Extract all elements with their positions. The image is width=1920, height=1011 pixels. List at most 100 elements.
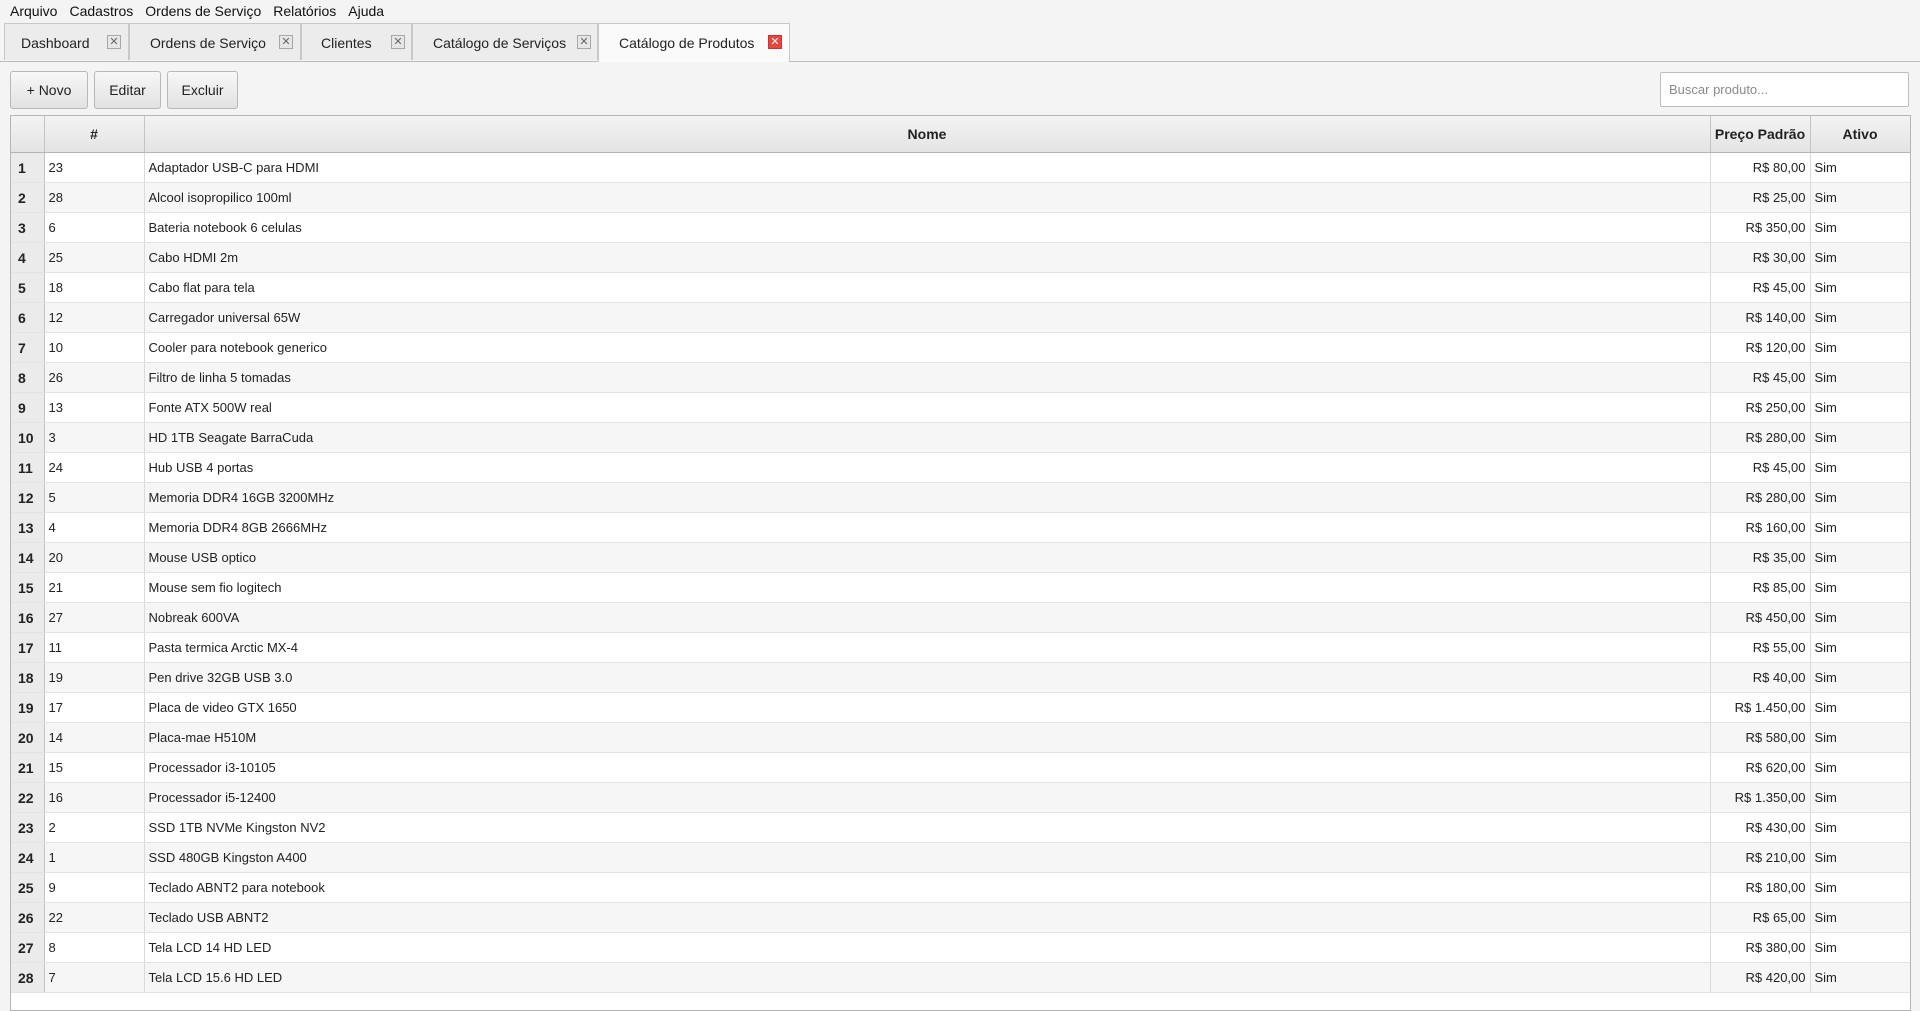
- table-row[interactable]: 1 23 Adaptador USB-C para HDMI R$ 80,00 Sim: [11, 152, 1910, 183]
- table-row[interactable]: 17 11 Pasta termica Arctic MX-4 R$ 55,00 Sim: [11, 632, 1910, 663]
- table-row[interactable]: 22 16 Processador i5-12400 R$ 1.350,00 Sim: [11, 782, 1910, 813]
- product-active: Sim: [1810, 182, 1910, 213]
- row-id: 21: [44, 572, 145, 603]
- product-name: Processador i5-12400: [144, 782, 1711, 813]
- product-price: R$ 280,00: [1710, 482, 1811, 513]
- table-row[interactable]: 12 5 Memoria DDR4 16GB 3200MHz R$ 280,00 Sim: [11, 482, 1910, 513]
- row-id: 17: [44, 692, 145, 723]
- product-active: Sim: [1810, 962, 1910, 993]
- table-row[interactable]: 14 20 Mouse USB optico R$ 35,00 Sim: [11, 542, 1910, 573]
- table-row[interactable]: 26 22 Teclado USB ABNT2 R$ 65,00 Sim: [11, 902, 1910, 933]
- close-icon[interactable]: ✕: [279, 35, 293, 49]
- product-active: Sim: [1810, 362, 1910, 393]
- product-name: Placa de video GTX 1650: [144, 692, 1711, 723]
- row-id: 27: [44, 602, 145, 633]
- tab-catalogo-de-produtos[interactable]: Catálogo de Produtos ✕: [598, 23, 790, 62]
- table-row[interactable]: 10 3 HD 1TB Seagate BarraCuda R$ 280,00 Sim: [11, 422, 1910, 453]
- row-number: 10: [11, 422, 45, 453]
- product-price: R$ 450,00: [1710, 602, 1811, 633]
- row-number: 21: [11, 752, 45, 783]
- product-active: Sim: [1810, 542, 1910, 573]
- row-id: 15: [44, 752, 145, 783]
- table-row[interactable]: 3 6 Bateria notebook 6 celulas R$ 350,00 Sim: [11, 212, 1910, 243]
- product-name: Tela LCD 15.6 HD LED: [144, 962, 1711, 993]
- row-id: 26: [44, 362, 145, 393]
- close-icon[interactable]: ✕: [391, 35, 405, 49]
- table-row[interactable]: 8 26 Filtro de linha 5 tomadas R$ 45,00 Sim: [11, 362, 1910, 393]
- row-number: 19: [11, 692, 45, 723]
- menu-cadastros[interactable]: Cadastros: [63, 0, 139, 22]
- product-active: Sim: [1810, 632, 1910, 663]
- product-name: Memoria DDR4 16GB 3200MHz: [144, 482, 1711, 513]
- product-name: Filtro de linha 5 tomadas: [144, 362, 1711, 393]
- row-id: 6: [44, 212, 145, 243]
- product-price: R$ 250,00: [1710, 392, 1811, 423]
- table-row[interactable]: 21 15 Processador i3-10105 R$ 620,00 Sim: [11, 752, 1910, 783]
- product-active: Sim: [1810, 482, 1910, 513]
- table-row[interactable]: 15 21 Mouse sem fio logitech R$ 85,00 Sim: [11, 572, 1910, 603]
- product-name: HD 1TB Seagate BarraCuda: [144, 422, 1711, 453]
- edit-button[interactable]: Editar: [94, 71, 161, 109]
- row-number: 12: [11, 482, 45, 513]
- active-column-header[interactable]: Ativo: [1810, 116, 1910, 153]
- tab-catalogo-de-servicos[interactable]: Catálogo de Serviços ✕: [412, 23, 598, 60]
- table-row[interactable]: 25 9 Teclado ABNT2 para notebook R$ 180,00 S…: [11, 872, 1910, 903]
- table-row[interactable]: 4 25 Cabo HDMI 2m R$ 30,00 Sim: [11, 242, 1910, 273]
- id-column-header[interactable]: #: [44, 116, 145, 153]
- table-row[interactable]: 5 18 Cabo flat para tela R$ 45,00 Sim: [11, 272, 1910, 303]
- close-icon[interactable]: ✕: [768, 35, 782, 49]
- row-id: 1: [44, 842, 145, 873]
- row-id: 28: [44, 182, 145, 213]
- product-name: Carregador universal 65W: [144, 302, 1711, 333]
- row-number: 13: [11, 512, 45, 543]
- table-row[interactable]: 19 17 Placa de video GTX 1650 R$ 1.450,00 Si…: [11, 692, 1910, 723]
- row-number: 6: [11, 302, 45, 333]
- tab-clientes[interactable]: Clientes ✕: [301, 23, 412, 60]
- row-id: 19: [44, 662, 145, 693]
- search-input[interactable]: [1660, 72, 1909, 107]
- product-active: Sim: [1810, 872, 1910, 903]
- product-active: Sim: [1810, 572, 1910, 603]
- table-row[interactable]: 27 8 Tela LCD 14 HD LED R$ 380,00 Sim: [11, 932, 1910, 963]
- menu-relatorios[interactable]: Relatórios: [267, 0, 342, 22]
- row-id: 23: [44, 152, 145, 183]
- product-active: Sim: [1810, 512, 1910, 543]
- product-price: R$ 580,00: [1710, 722, 1811, 753]
- tab-label: Dashboard: [21, 35, 90, 51]
- table-row[interactable]: 28 7 Tela LCD 15.6 HD LED R$ 420,00 Sim: [11, 962, 1910, 993]
- table-row[interactable]: 24 1 SSD 480GB Kingston A400 R$ 210,00 Sim: [11, 842, 1910, 873]
- product-price: R$ 55,00: [1710, 632, 1811, 663]
- price-column-header[interactable]: Preço Padrão: [1710, 116, 1811, 153]
- table-row[interactable]: 16 27 Nobreak 600VA R$ 450,00 Sim: [11, 602, 1910, 633]
- table-row[interactable]: 9 13 Fonte ATX 500W real R$ 250,00 Sim: [11, 392, 1910, 423]
- tab-ordens-de-servico[interactable]: Ordens de Serviço ✕: [129, 23, 301, 60]
- tab-label: Clientes: [321, 35, 372, 51]
- table-row[interactable]: 23 2 SSD 1TB NVMe Kingston NV2 R$ 430,00 Sim: [11, 812, 1910, 843]
- menu-ajuda[interactable]: Ajuda: [342, 0, 390, 22]
- table-row[interactable]: 18 19 Pen drive 32GB USB 3.0 R$ 40,00 Sim: [11, 662, 1910, 693]
- product-active: Sim: [1810, 422, 1910, 453]
- new-button[interactable]: + Novo: [10, 71, 88, 109]
- row-id: 3: [44, 422, 145, 453]
- name-column-header[interactable]: Nome: [144, 116, 1711, 153]
- tab-dashboard[interactable]: Dashboard ✕: [4, 23, 129, 60]
- close-icon[interactable]: ✕: [577, 35, 591, 49]
- close-icon[interactable]: ✕: [107, 35, 121, 49]
- table-row[interactable]: 13 4 Memoria DDR4 8GB 2666MHz R$ 160,00 Sim: [11, 512, 1910, 543]
- table-row[interactable]: 11 24 Hub USB 4 portas R$ 45,00 Sim: [11, 452, 1910, 483]
- product-active: Sim: [1810, 932, 1910, 963]
- product-active: Sim: [1810, 782, 1910, 813]
- table-row[interactable]: 7 10 Cooler para notebook generico R$ 120,0…: [11, 332, 1910, 363]
- menu-ordens-de-servico[interactable]: Ordens de Serviço: [139, 0, 267, 22]
- product-name: Adaptador USB-C para HDMI: [144, 152, 1711, 183]
- product-price: R$ 30,00: [1710, 242, 1811, 273]
- table-header-row: # Nome Preço Padrão Ativo: [11, 116, 1910, 153]
- table-row[interactable]: 6 12 Carregador universal 65W R$ 140,00 Sim: [11, 302, 1910, 333]
- menu-arquivo[interactable]: Arquivo: [4, 0, 63, 22]
- row-id: 5: [44, 482, 145, 513]
- row-id: 7: [44, 962, 145, 993]
- table-row[interactable]: 20 14 Placa-mae H510M R$ 580,00 Sim: [11, 722, 1910, 753]
- table-row[interactable]: 2 28 Alcool isopropilico 100ml R$ 25,00 Sim: [11, 182, 1910, 213]
- row-id: 4: [44, 512, 145, 543]
- delete-button[interactable]: Excluir: [167, 71, 238, 109]
